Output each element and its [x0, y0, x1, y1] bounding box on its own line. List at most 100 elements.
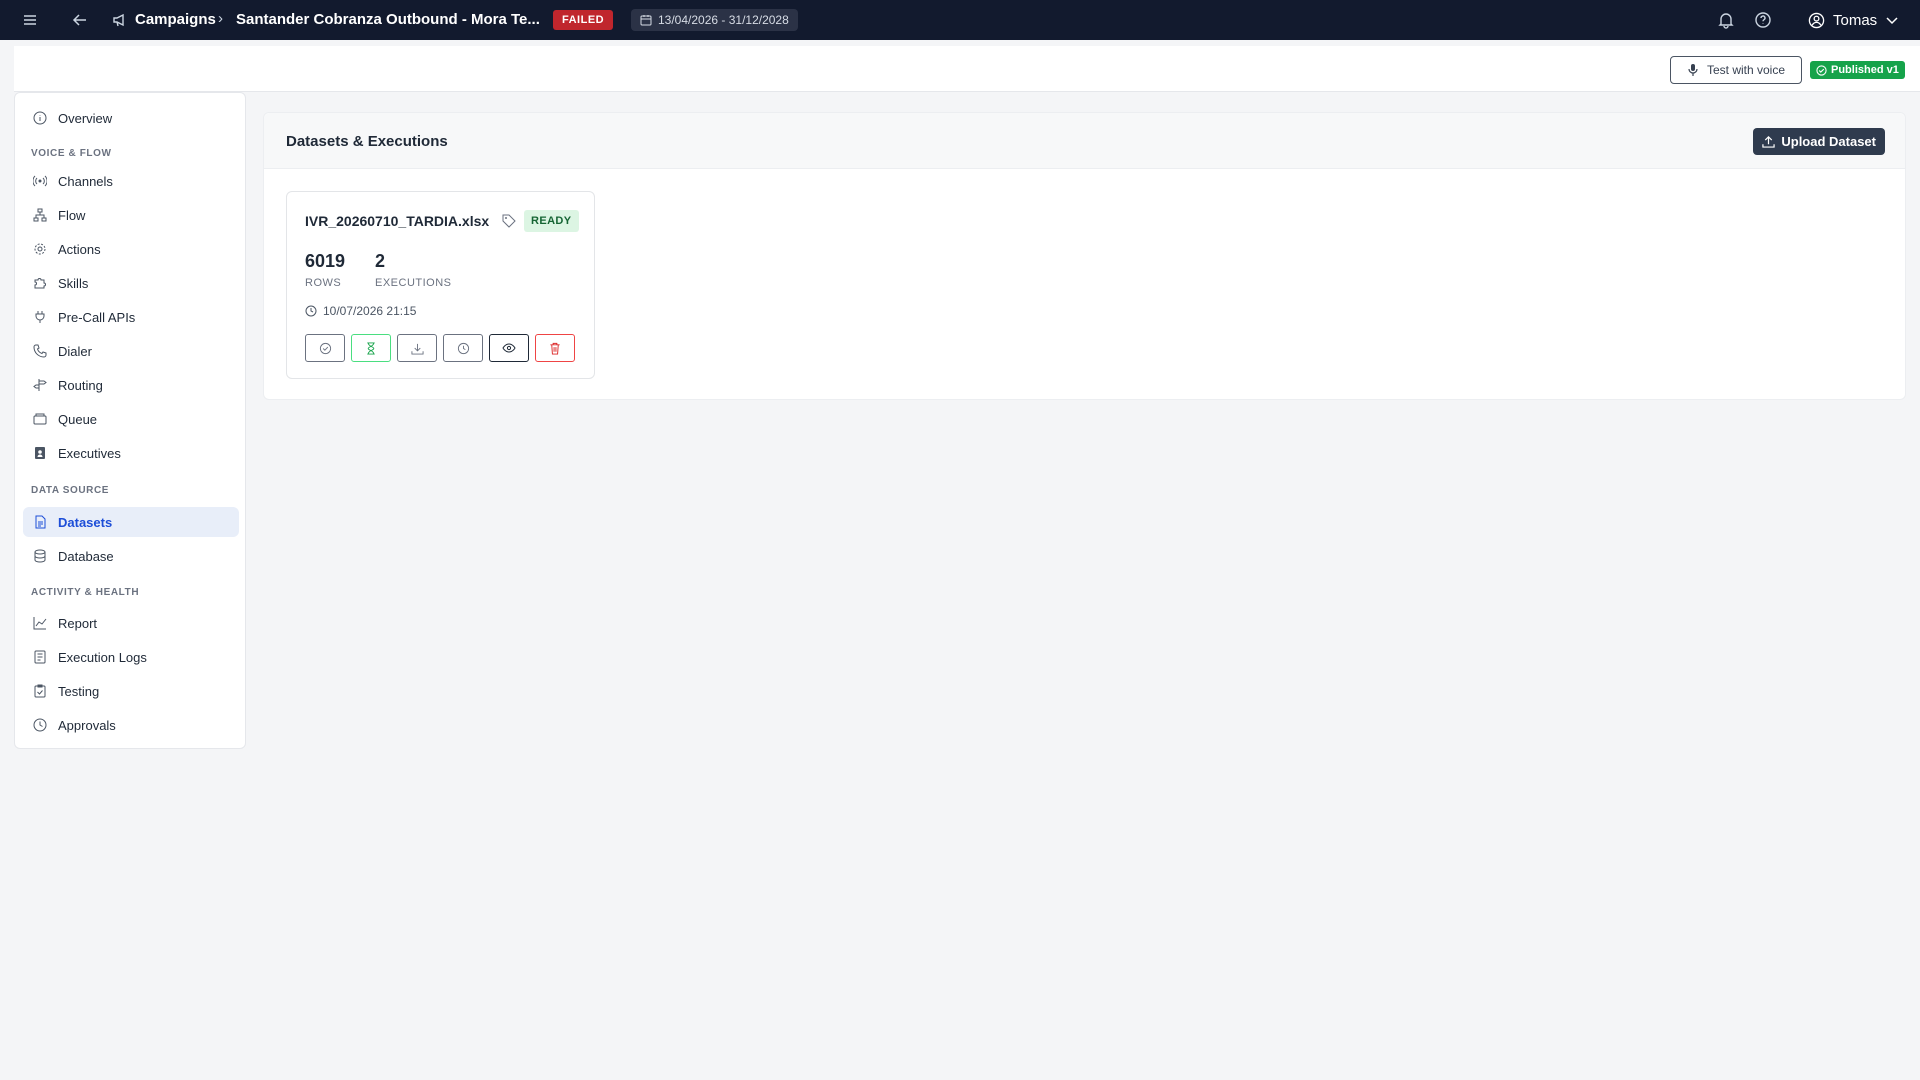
back-arrow-icon[interactable]	[70, 10, 90, 30]
download-icon	[410, 342, 424, 355]
calendar-icon	[640, 14, 652, 26]
hourglass-icon	[365, 341, 377, 355]
sidebar-section-activity-health: ACTIVITY & HEALTH	[31, 587, 140, 598]
inbox-icon	[32, 411, 48, 427]
clock-icon	[457, 342, 470, 355]
page-actions-bar: Test with voice Published v1	[14, 46, 1920, 92]
sidebar-item-flow[interactable]: Flow	[23, 200, 239, 230]
sidebar-item-label: Execution Logs	[58, 649, 147, 665]
upload-dataset-button[interactable]: Upload Dataset	[1753, 128, 1885, 155]
sidebar-item-label: Overview	[58, 110, 113, 126]
sidebar-item-skills[interactable]: Skills	[23, 268, 239, 298]
breadcrumb-campaigns[interactable]: Campaigns	[135, 11, 216, 28]
dataset-card: IVR_20260710_TARDIA.xlsx READY 6019 ROWS…	[286, 191, 595, 379]
info-icon	[32, 110, 48, 126]
validate-dataset-button[interactable]	[305, 334, 345, 362]
executions-label: EXECUTIONS	[375, 277, 452, 289]
campaign-date-range[interactable]: 13/04/2026 - 31/12/2028	[631, 9, 798, 31]
sidebar-item-label: Channels	[58, 173, 113, 189]
clock-icon	[32, 717, 48, 733]
dataset-filename: IVR_20260710_TARDIA.xlsx	[305, 213, 490, 229]
sidebar-item-label: Pre-Call APIs	[58, 309, 136, 325]
delete-dataset-button[interactable]	[535, 334, 575, 362]
dataset-timestamp: 10/07/2026 21:15	[305, 304, 416, 318]
sidebar-item-testing[interactable]: Testing	[23, 676, 239, 706]
sidebar-item-label: Executives	[58, 445, 121, 461]
check-circle-icon	[319, 342, 332, 355]
sidebar-item-label: Approvals	[58, 717, 116, 733]
campaign-status-badge: FAILED	[553, 10, 614, 30]
dataset-status-badge: READY	[524, 210, 579, 232]
upload-icon	[1762, 135, 1776, 148]
sidebar-section-voice-flow: VOICE & FLOW	[31, 148, 112, 159]
published-version-badge: Published v1	[1810, 61, 1905, 79]
sidebar-item-precall-apis[interactable]: Pre-Call APIs	[23, 302, 239, 332]
user-avatar-icon	[1808, 12, 1825, 29]
sidebar-item-execution-logs[interactable]: Execution Logs	[23, 642, 239, 672]
line-chart-icon	[32, 615, 48, 631]
broadcast-icon	[32, 173, 48, 189]
sidebar-section-data-source: DATA SOURCE	[31, 485, 110, 496]
gear-icon	[32, 241, 48, 257]
upload-dataset-label: Upload Dataset	[1781, 134, 1876, 149]
tag-icon[interactable]	[502, 214, 516, 228]
user-name: Tomas	[1833, 11, 1878, 29]
sidebar-item-routing[interactable]: Routing	[23, 370, 239, 400]
breadcrumb-separator: ›	[218, 10, 223, 27]
hamburger-menu-icon[interactable]	[20, 10, 40, 30]
signpost-icon	[32, 377, 48, 393]
test-with-voice-label: Test with voice	[1706, 63, 1786, 77]
sidebar-item-label: Routing	[58, 377, 103, 393]
preview-dataset-button[interactable]	[489, 334, 529, 362]
puzzle-icon	[32, 275, 48, 291]
sidebar-item-label: Datasets	[58, 514, 113, 530]
megaphone-icon	[110, 10, 130, 30]
sidebar-item-datasets[interactable]: Datasets	[23, 507, 239, 537]
trash-icon	[549, 342, 561, 355]
campaign-title: Santander Cobranza Outbound - Mora Te...	[236, 11, 540, 28]
test-with-voice-button[interactable]: Test with voice	[1670, 56, 1802, 84]
sidebar-item-label: Queue	[58, 411, 98, 427]
datasets-panel: Datasets & Executions Upload Dataset IVR…	[263, 112, 1906, 400]
check-circle-icon	[1816, 64, 1827, 76]
rows-count: 6019	[305, 251, 346, 271]
help-icon[interactable]	[1753, 10, 1773, 30]
sidebar-item-approvals[interactable]: Approvals	[23, 710, 239, 740]
panel-header: Datasets & Executions Upload Dataset	[264, 113, 1905, 169]
sidebar-item-label: Dialer	[58, 343, 92, 359]
microphone-icon	[1687, 63, 1699, 77]
published-label: Published v1	[1831, 64, 1899, 76]
phone-icon	[32, 343, 48, 359]
clipboard-check-icon	[32, 683, 48, 699]
sidebar-item-database[interactable]: Database	[23, 541, 239, 571]
sidebar-item-label: Flow	[58, 207, 86, 223]
sidebar-item-actions[interactable]: Actions	[23, 234, 239, 264]
panel-title: Datasets & Executions	[286, 133, 448, 150]
sidebar-item-label: Skills	[58, 275, 89, 291]
log-icon	[32, 649, 48, 665]
sidebar-item-label: Testing	[58, 683, 100, 699]
document-icon	[32, 514, 48, 530]
executions-count: 2	[375, 251, 386, 271]
download-dataset-button[interactable]	[397, 334, 437, 362]
sidebar-item-label: Actions	[58, 241, 101, 257]
id-badge-icon	[32, 445, 48, 461]
clock-icon	[305, 305, 317, 317]
rows-label: ROWS	[305, 277, 342, 289]
sidebar-item-channels[interactable]: Channels	[23, 166, 239, 196]
bell-icon[interactable]	[1716, 10, 1736, 30]
execution-history-button[interactable]	[443, 334, 483, 362]
sidebar-item-dialer[interactable]: Dialer	[23, 336, 239, 366]
sidebar-item-report[interactable]: Report	[23, 608, 239, 638]
campaign-sidebar: Overview VOICE & FLOW Channels Flow Acti…	[14, 92, 246, 749]
sidebar-item-executives[interactable]: Executives	[23, 438, 239, 468]
user-menu[interactable]: Tomas	[1808, 9, 1899, 31]
eye-icon	[502, 342, 516, 354]
plug-icon	[32, 309, 48, 325]
schedule-execution-button[interactable]	[351, 334, 391, 362]
top-bar: Campaigns › Santander Cobranza Outbound …	[0, 0, 1920, 40]
sidebar-item-overview[interactable]: Overview	[23, 103, 239, 133]
sidebar-item-queue[interactable]: Queue	[23, 404, 239, 434]
date-range-text: 13/04/2026 - 31/12/2028	[658, 13, 789, 27]
timestamp-text: 10/07/2026 21:15	[323, 304, 417, 318]
